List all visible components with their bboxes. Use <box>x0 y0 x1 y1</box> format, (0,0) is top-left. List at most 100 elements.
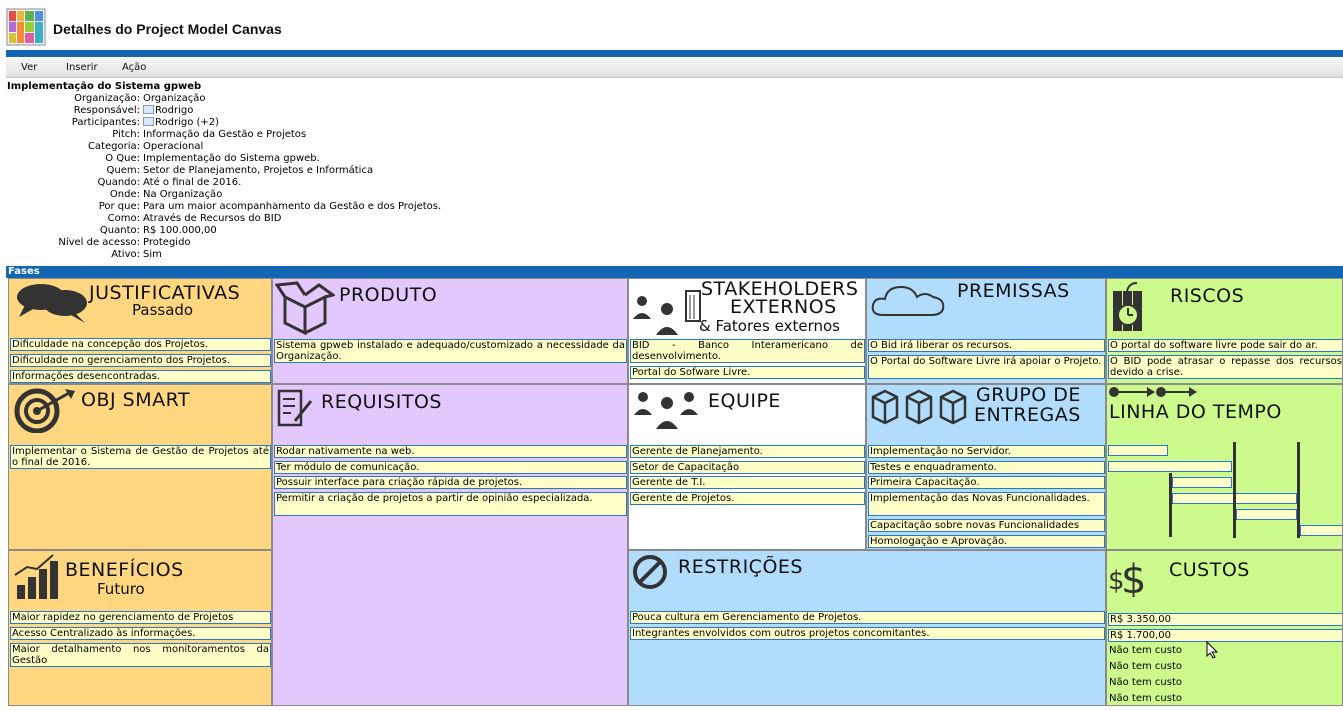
list-item: Implementação no Servidor. <box>868 445 1105 458</box>
detail-row: Categoria: Operacional <box>0 141 800 153</box>
detail-value-text: Informação da Gestão e Projetos <box>143 129 307 140</box>
detail-value-text: Sim <box>143 249 162 260</box>
detail-label: Onde: <box>109 189 140 200</box>
detail-value[interactable]: Rodrigo <box>143 105 193 117</box>
stakeholders-heading-2: EXTERNOS <box>730 296 837 318</box>
detail-row: Responsável: Rodrigo <box>0 105 800 117</box>
timeline-divider <box>1169 473 1172 537</box>
list-item: Maior detalhamento nos monitoramentos da… <box>10 643 271 667</box>
mail-icon[interactable] <box>143 117 154 126</box>
list-item: O BID pode atrasar o repasse dos recurso… <box>1108 355 1342 379</box>
detail-value: Setor de Planejamento, Projetos e Inform… <box>143 165 373 177</box>
detail-label: Ativo: <box>111 249 140 260</box>
list-item: Gerente de Projetos. <box>630 492 865 505</box>
cell-entregas: GRUPO DE ENTREGAS Implementação no Servi… <box>866 384 1106 550</box>
linha-do-tempo-heading: LINHA DO TEMPO <box>1109 401 1282 423</box>
list-item: O portal do software livre pode sair do … <box>1108 339 1342 352</box>
detail-label: Por que: <box>98 201 140 212</box>
list-item: Implementação das Novas Funcionalidades. <box>868 492 1105 516</box>
detail-value: R$ 100.000,00 <box>143 225 217 237</box>
header-divider <box>6 50 1343 57</box>
list-item: O Bid irá liberar os recursos. <box>868 339 1105 352</box>
requisitos-heading: REQUISITOS <box>321 391 442 413</box>
list-item: Testes e enquadramento. <box>868 461 1105 474</box>
list-item: Maior rapidez no gerenciamento de Projet… <box>10 611 271 624</box>
detail-value: Implementação do Sistema gpweb. <box>143 153 320 165</box>
speech-bubbles-icon <box>17 284 87 323</box>
detail-value-text: Setor de Planejamento, Projetos e Inform… <box>143 165 374 176</box>
list-item: R$ 1.700,00 <box>1108 629 1342 642</box>
detail-value[interactable]: Rodrigo (+2) <box>143 117 219 129</box>
detail-value-text: Operacional <box>143 141 204 152</box>
list-item: BID - Banco Interamericano de desenvolvi… <box>630 339 865 363</box>
detail-row: Organização: Organização <box>0 93 800 105</box>
riscos-heading: RISCOS <box>1170 285 1245 307</box>
list-item: Não tem custo <box>1109 661 1182 672</box>
detail-value-text: Implementação do Sistema gpweb. <box>143 153 320 164</box>
detail-label: Quando: <box>97 177 140 188</box>
cell-requisitos: REQUISITOS Rodar nativamente na web. Ter… <box>272 384 628 706</box>
beneficios-heading: BENEFÍCIOS <box>65 559 184 581</box>
timeline-bar <box>1236 509 1297 520</box>
stakeholders-sub: & Fatores externos <box>699 317 840 335</box>
growth-chart-icon <box>14 554 58 599</box>
list-item: Não tem custo <box>1109 693 1182 704</box>
timeline-divider <box>1297 442 1300 538</box>
phases-bar: Fases <box>6 266 1343 278</box>
detail-row: O Que: Implementação do Sistema gpweb. <box>0 153 800 165</box>
cell-custos: $ $ CUSTOS R$ 3.350,00 R$ 1.700,00 Não t… <box>1106 550 1343 706</box>
dollar-icon: $ $ <box>1108 557 1146 597</box>
people-building-icon <box>633 290 701 335</box>
checklist-icon <box>277 389 313 427</box>
list-item: Dificuldade na concepção dos Projetos. <box>10 338 271 351</box>
cell-linha-do-tempo: LINHA DO TEMPO <box>1106 384 1343 550</box>
produto-heading: PRODUTO <box>339 284 438 306</box>
restricoes-heading: RESTRIÇÕES <box>678 556 803 578</box>
menu-ver[interactable]: Ver <box>21 62 37 73</box>
list-item: Ter módulo de comunicação. <box>274 461 627 474</box>
entregas-heading-1: GRUPO DE <box>976 384 1081 406</box>
list-item: Primeira Capacitação. <box>868 476 1105 489</box>
list-item: Pouca cultura em Gerenciamento de Projet… <box>630 611 1105 624</box>
timeline-bar <box>1300 525 1342 536</box>
mail-icon[interactable] <box>143 105 154 114</box>
detail-value: Organização <box>143 93 206 105</box>
timeline-bar <box>1108 445 1168 456</box>
list-item: O Portal do Software Livre irá apoiar o … <box>868 355 1105 379</box>
project-title: Implementação do Sistema gpweb <box>7 81 202 92</box>
timeline-arrows-icon <box>1109 387 1197 397</box>
detail-label: Pitch: <box>112 129 140 140</box>
timeline-bar <box>1172 477 1232 488</box>
detail-value-text: Protegido <box>143 237 191 248</box>
cell-restricoes: RESTRIÇÕES Pouca cultura em Gerenciament… <box>628 550 1106 706</box>
justificativas-sub: Passado <box>132 301 194 319</box>
detail-value: Operacional <box>143 141 203 153</box>
menu-acao[interactable]: Ação <box>122 62 146 73</box>
cell-equipe: EQUIPE Gerente de Planejamento. Setor de… <box>628 384 866 550</box>
list-item: Dificuldade no gerenciamento dos Projeto… <box>10 354 271 367</box>
menu-bar: Ver Inserir Ação <box>6 58 1343 78</box>
detail-value-text: Rodrigo (+2) <box>155 117 220 128</box>
list-item: Implementar o Sistema de Gestão de Proje… <box>10 445 271 469</box>
detail-row: Por que: Para um maior acompanhamento da … <box>0 201 800 213</box>
detail-value-text: Até o final de 2016. <box>143 177 242 188</box>
detail-row: Ativo: Sim <box>0 249 800 261</box>
prohibited-icon <box>633 555 667 589</box>
detail-row: Onde: Na Organização <box>0 189 800 201</box>
menu-inserir[interactable]: Inserir <box>66 62 98 73</box>
detail-row: Nível de acesso: Protegido <box>0 237 800 249</box>
cell-riscos: RISCOS O portal do software livre pode s… <box>1106 278 1343 384</box>
detail-value: Sim <box>143 249 162 261</box>
dynamite-icon <box>1113 282 1142 331</box>
detail-value: Na Organização <box>143 189 222 201</box>
list-item: Gerente de T.I. <box>630 476 865 489</box>
page-title: Detalhes do Project Model Canvas <box>53 21 282 37</box>
detail-label: Quem: <box>106 165 140 176</box>
detail-value-text: R$ 100.000,00 <box>143 225 217 236</box>
detail-label: Nível de acesso: <box>58 237 140 248</box>
list-item: Integrantes envolvidos com outros projet… <box>630 627 1105 640</box>
detail-label: O Que: <box>105 153 140 164</box>
list-item: Possuir interface para criação rápida de… <box>274 476 627 489</box>
packages-icon <box>871 389 967 425</box>
detail-value-text: Rodrigo <box>155 105 194 116</box>
